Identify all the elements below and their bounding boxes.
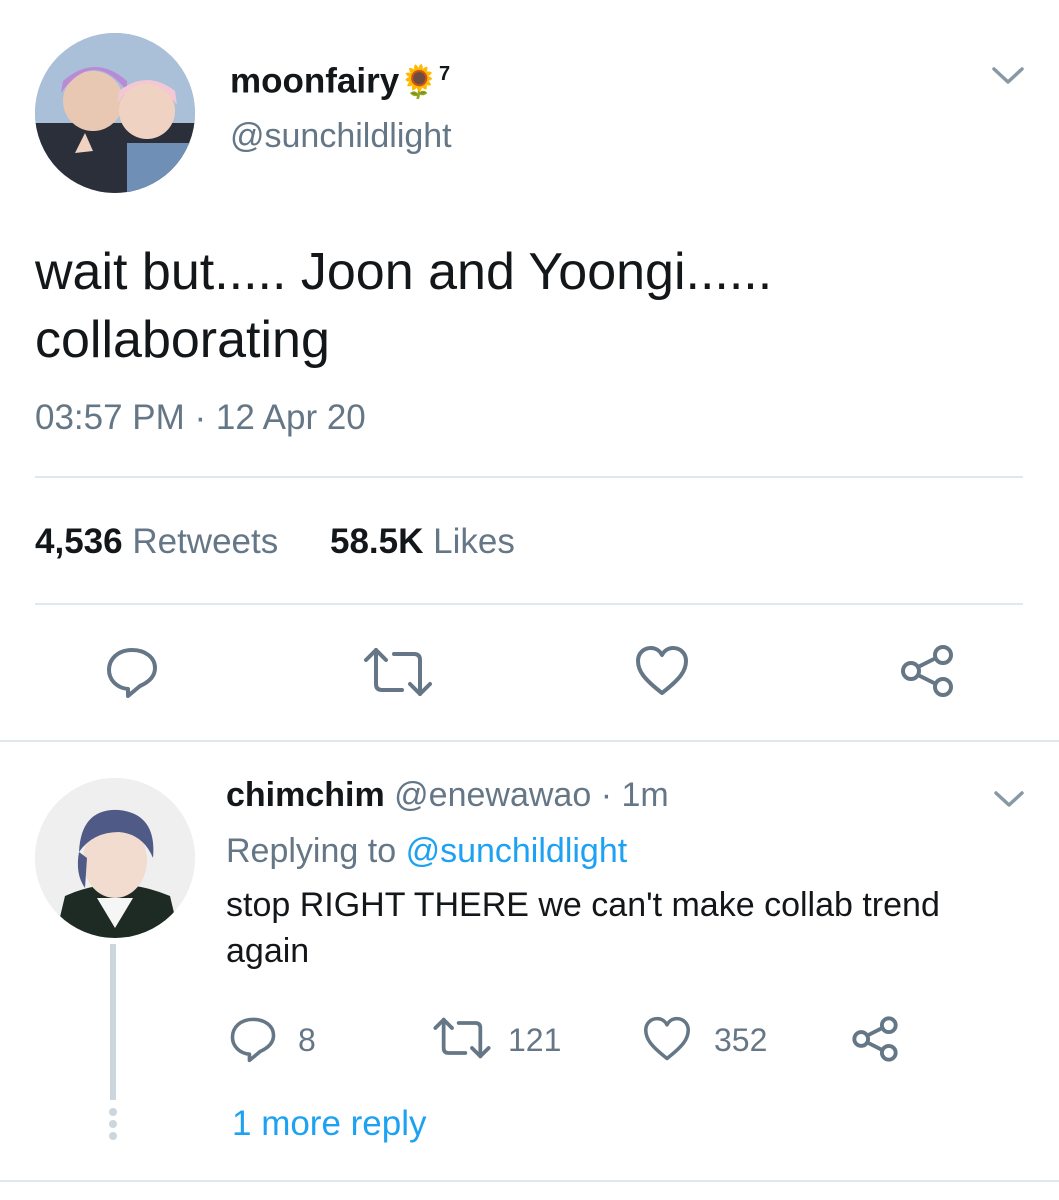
reply-display-name: chimchim xyxy=(226,776,385,814)
sunflower-icon: 🌻 xyxy=(399,63,440,100)
heart-icon[interactable] xyxy=(642,1016,692,1062)
divider xyxy=(0,1180,1059,1182)
tweet-text: wait but..... Joon and Yoongi...... coll… xyxy=(35,238,772,374)
display-name-text: moonfairy xyxy=(230,61,400,101)
share-icon[interactable] xyxy=(850,1014,900,1064)
reply-text-line: stop RIGHT THERE we can't make collab tr… xyxy=(226,886,940,924)
share-icon[interactable] xyxy=(898,642,956,700)
timestamp[interactable]: 03:57 PM · 12 Apr 20 xyxy=(35,396,366,440)
divider xyxy=(35,476,1023,478)
display-name[interactable]: moonfairy🌻7 xyxy=(230,52,450,104)
name-superscript: 7 xyxy=(439,63,451,85)
handle[interactable]: @sunchildlight xyxy=(230,114,452,158)
thread-line xyxy=(110,944,116,1100)
chevron-down-icon[interactable] xyxy=(992,788,1026,810)
retweet-count: 121 xyxy=(508,1022,562,1058)
divider xyxy=(0,740,1059,742)
retweet-icon[interactable] xyxy=(362,646,434,698)
avatar[interactable] xyxy=(35,778,195,938)
tweet-text-line: collaborating xyxy=(35,311,330,369)
reply-count: 8 xyxy=(298,1022,316,1058)
likes-count: 58.5K xyxy=(330,522,424,561)
reply-text-line: again xyxy=(226,932,310,970)
reply-text: stop RIGHT THERE we can't make collab tr… xyxy=(226,882,940,974)
replying-handle-link[interactable]: @sunchildlight xyxy=(406,832,628,870)
reply-icon[interactable] xyxy=(104,644,160,700)
more-replies-link[interactable]: 1 more reply xyxy=(232,1102,427,1146)
avatar[interactable] xyxy=(35,33,195,193)
retweets-count: 4,536 xyxy=(35,522,123,561)
reply-icon[interactable] xyxy=(228,1014,278,1064)
likes-label: Likes xyxy=(433,522,515,561)
likes-stat[interactable]: 58.5K Likes xyxy=(330,520,515,564)
retweet-icon[interactable] xyxy=(432,1016,492,1060)
like-count: 352 xyxy=(714,1022,768,1058)
retweets-stat[interactable]: 4,536 Retweets xyxy=(35,520,278,564)
thread-dots xyxy=(109,1108,117,1140)
divider xyxy=(35,603,1023,605)
replying-prefix: Replying to xyxy=(226,832,397,870)
reply-header[interactable]: chimchim @enewawao · 1m xyxy=(226,773,669,817)
replying-to: Replying to @sunchildlight xyxy=(226,829,627,873)
reply-handle-time: @enewawao · 1m xyxy=(394,776,669,814)
chevron-down-icon[interactable] xyxy=(990,64,1026,88)
retweets-label: Retweets xyxy=(132,522,279,561)
tweet-text-line: wait but..... Joon and Yoongi...... xyxy=(35,243,773,301)
heart-icon[interactable] xyxy=(634,645,690,697)
